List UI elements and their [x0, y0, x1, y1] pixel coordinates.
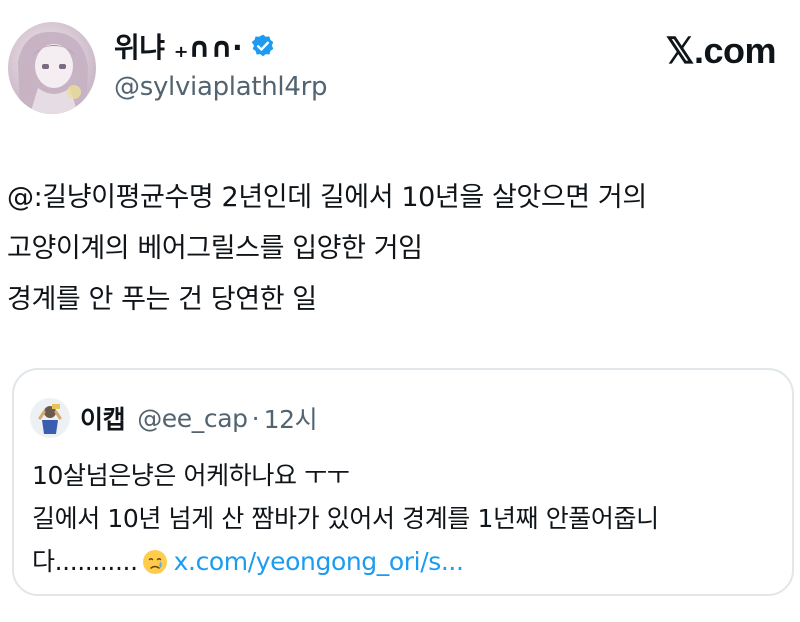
tweet-line: 경계를 안 푸는 건 당연한 일	[7, 284, 317, 315]
quote-timestamp[interactable]: 12시	[264, 400, 318, 436]
quote-line-text: 다...........	[32, 547, 138, 576]
quote-author-avatar[interactable]	[30, 398, 70, 438]
quote-link[interactable]: x.com/yeongong_ori/s...	[174, 547, 464, 576]
separator-dot: ·	[251, 403, 260, 433]
quote-author-name[interactable]: 이캡	[80, 400, 126, 436]
tweet-line: @:길냥이평균수명 2년인데 길에서 10년을 살앗으면 거의	[7, 182, 647, 213]
quote-line: 길에서 10년 넘게 산 짬바가 있어서 경계를 1년째 안풀어줍니	[32, 504, 659, 533]
quote-author-handle[interactable]: @ee_cap	[137, 404, 248, 433]
quote-line: 10살넘은냥은 어케하나요 ㅜㅜ	[32, 461, 350, 490]
author-avatar[interactable]	[8, 22, 96, 114]
tweet-text: @:길냥이평균수명 2년인데 길에서 10년을 살앗으면 거의 고양이계의 베어…	[7, 172, 800, 325]
tweet-line: 고양이계의 베어그릴스를 입양한 거임	[7, 233, 423, 264]
quoted-tweet-card[interactable]: 이캡 @ee_cap · 12시 10살넘은냥은 어케하나요 ㅜㅜ 길에서 10…	[12, 368, 794, 596]
x-brand-logo: 𝕏.com	[665, 30, 776, 71]
author-display-name[interactable]: 위냐 ₊∩∩‧	[114, 26, 242, 66]
crying-face-emoji-icon	[142, 545, 168, 574]
quote-text: 10살넘은냥은 어케하나요 ㅜㅜ 길에서 10년 넘게 산 짬바가 있어서 경계…	[32, 454, 659, 583]
author-handle[interactable]: @sylviaplathl4rp	[114, 72, 328, 102]
quote-line-last: 다........... x.com/yeongong_ori/s...	[32, 540, 659, 583]
verified-badge-icon	[250, 33, 276, 59]
